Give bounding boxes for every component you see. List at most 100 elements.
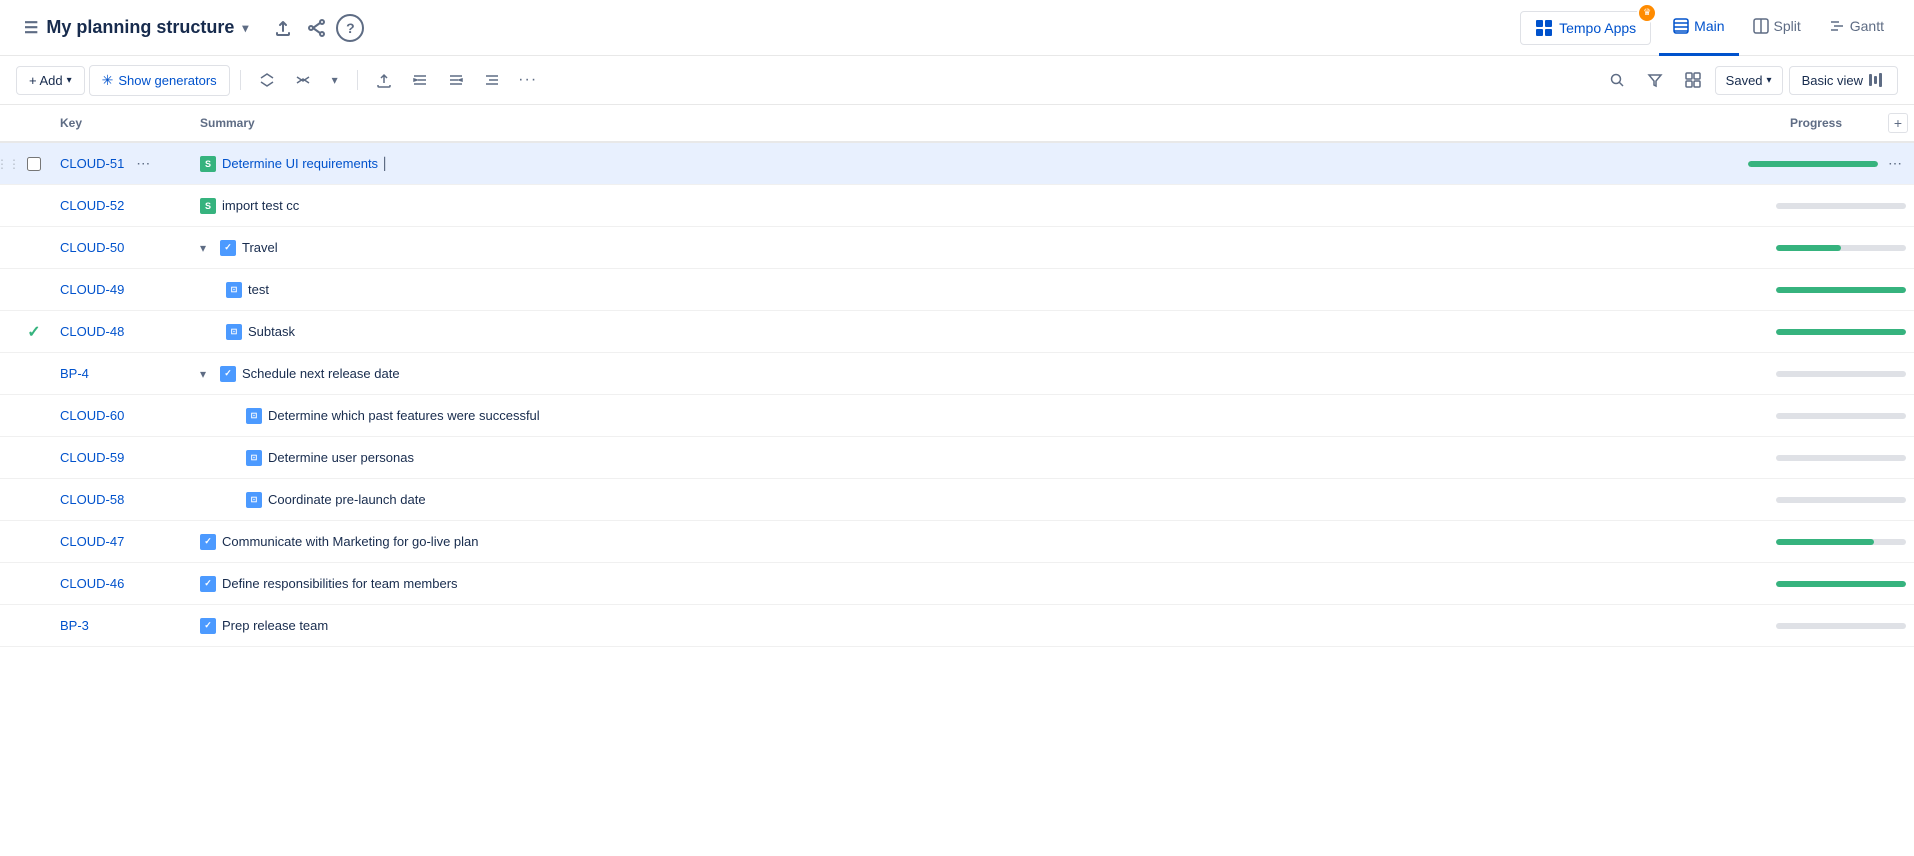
header: ☰ My planning structure ▾ ? (0, 0, 1914, 56)
row-drag-handle[interactable]: ⋮⋮ (0, 157, 16, 171)
progress-bar-container (1776, 329, 1906, 335)
indent-right-icon (412, 72, 428, 88)
tab-main[interactable]: Main (1659, 0, 1738, 56)
cursor-pointer: ▏ (384, 157, 393, 171)
collapse-all-button[interactable] (287, 64, 319, 96)
row-summary: ▾ ✓ Travel (192, 240, 1734, 256)
row-key[interactable]: CLOUD-50 (52, 240, 192, 255)
table-container: Key Summary Progress + ⋮⋮ CLOUD-51 ⋯ S D… (0, 105, 1914, 647)
generators-icon: ✳ (102, 72, 114, 89)
help-button[interactable]: ? (336, 14, 364, 42)
progress-bar-container (1776, 287, 1906, 293)
tab-gantt-label: Gantt (1850, 18, 1884, 34)
unindent-button[interactable] (476, 64, 508, 96)
row-progress (1734, 329, 1914, 335)
row-progress (1734, 371, 1914, 377)
row-key[interactable]: CLOUD-60 (52, 408, 192, 423)
header-left: ☰ My planning structure ▾ ? (16, 13, 364, 43)
more-actions-button[interactable]: ··· (512, 64, 544, 96)
row-key[interactable]: BP-4 (52, 366, 192, 381)
row-key[interactable]: CLOUD-58 (52, 492, 192, 507)
summary-text: Coordinate pre-launch date (268, 492, 426, 507)
table-row: CLOUD-50 ▾ ✓ Travel (0, 227, 1914, 269)
summary-text: Travel (242, 240, 278, 255)
hamburger-icon: ☰ (24, 18, 38, 38)
table-header: Key Summary Progress + (0, 105, 1914, 143)
row-key[interactable]: CLOUD-46 (52, 576, 192, 591)
summary-link[interactable]: Determine UI requirements (222, 156, 378, 171)
row-menu-button[interactable]: ⋯ (132, 154, 154, 173)
row-summary: ✓ Prep release team (192, 618, 1734, 634)
progress-bar-fill (1776, 287, 1906, 293)
summary-text: Schedule next release date (242, 366, 400, 381)
more-actions-icon: ··· (518, 71, 537, 89)
row-key[interactable]: CLOUD-51 ⋯ (52, 154, 192, 173)
table-row: BP-4 ▾ ✓ Schedule next release date (0, 353, 1914, 395)
basic-view-button[interactable]: Basic view (1789, 66, 1898, 95)
row-key[interactable]: CLOUD-49 (52, 282, 192, 297)
table-row: CLOUD-60 ⊡ Determine which past features… (0, 395, 1914, 437)
upload-button[interactable] (368, 64, 400, 96)
search-icon (1609, 72, 1625, 88)
indent-left-button[interactable] (440, 64, 472, 96)
row-progress (1734, 245, 1914, 251)
issue-icon-task: ✓ (200, 618, 216, 634)
row-checkbox[interactable] (16, 157, 52, 171)
row-summary: S import test cc (192, 198, 1734, 214)
export-button[interactable] (268, 13, 298, 43)
more-expand-button[interactable]: ▾ (323, 64, 347, 96)
row-check-input[interactable] (27, 157, 41, 171)
group-button[interactable] (1677, 64, 1709, 96)
saved-button[interactable]: Saved ▾ (1715, 66, 1783, 95)
show-generators-button[interactable]: ✳ Show generators (89, 65, 230, 96)
tab-gantt[interactable]: Gantt (1815, 0, 1898, 56)
add-column-button[interactable]: + (1888, 113, 1908, 133)
header-right: Tempo Apps ♛ Main Split Gantt (1520, 0, 1898, 56)
table-row: CLOUD-58 ⊡ Coordinate pre-launch date (0, 479, 1914, 521)
row-summary: ✓ Define responsibilities for team membe… (192, 576, 1734, 592)
issue-icon-subtask: ⊡ (226, 324, 242, 340)
indent-left-icon (448, 72, 464, 88)
add-label: + Add (29, 73, 63, 88)
progress-bar-container (1776, 203, 1906, 209)
expand-all-button[interactable] (251, 64, 283, 96)
row-summary: ✓ Communicate with Marketing for go-live… (192, 534, 1734, 550)
row-key[interactable]: BP-3 (52, 618, 192, 633)
summary-text: Subtask (248, 324, 295, 339)
group-icon (1685, 72, 1701, 88)
indent-right-button[interactable] (404, 64, 436, 96)
row-progress (1734, 497, 1914, 503)
tab-split[interactable]: Split (1739, 0, 1815, 56)
summary-text: test (248, 282, 269, 297)
search-button[interactable] (1601, 64, 1633, 96)
issue-icon-subtask: ⊡ (246, 450, 262, 466)
tab-main-label: Main (1694, 18, 1724, 34)
app-title-button[interactable]: ☰ My planning structure ▾ (16, 13, 256, 42)
table-row: ⋮⋮ CLOUD-51 ⋯ S Determine UI requirement… (0, 143, 1914, 185)
issue-icon-task: ✓ (200, 534, 216, 550)
row-checkbox[interactable]: ✓ (16, 322, 52, 342)
progress-bar-container (1776, 413, 1906, 419)
table-row: ✓ CLOUD-48 ⊡ Subtask (0, 311, 1914, 353)
row-key[interactable]: CLOUD-47 (52, 534, 192, 549)
share-button[interactable] (302, 13, 332, 43)
key-text: CLOUD-51 (60, 156, 124, 171)
expand-arrow[interactable]: ▾ (200, 241, 214, 255)
progress-bar-container (1748, 161, 1878, 167)
filter-button[interactable] (1639, 64, 1671, 96)
view-bars-icon (1869, 73, 1885, 87)
col-add-header: + (1882, 113, 1914, 133)
row-key[interactable]: CLOUD-59 (52, 450, 192, 465)
tempo-apps-button[interactable]: Tempo Apps ♛ (1520, 11, 1651, 45)
summary-text: Determine which past features were succe… (268, 408, 540, 423)
expand-arrow[interactable]: ▾ (200, 367, 214, 381)
table-row: CLOUD-46 ✓ Define responsibilities for t… (0, 563, 1914, 605)
row-key[interactable]: CLOUD-48 (52, 324, 192, 339)
row-key[interactable]: CLOUD-52 (52, 198, 192, 213)
summary-text: Define responsibilities for team members (222, 576, 458, 591)
add-button[interactable]: + Add ▾ (16, 66, 85, 95)
toolbar-right: Saved ▾ Basic view (1601, 64, 1898, 96)
row-summary-menu[interactable]: ⋯ (1884, 154, 1906, 173)
progress-bar-container (1776, 623, 1906, 629)
row-progress (1734, 581, 1914, 587)
